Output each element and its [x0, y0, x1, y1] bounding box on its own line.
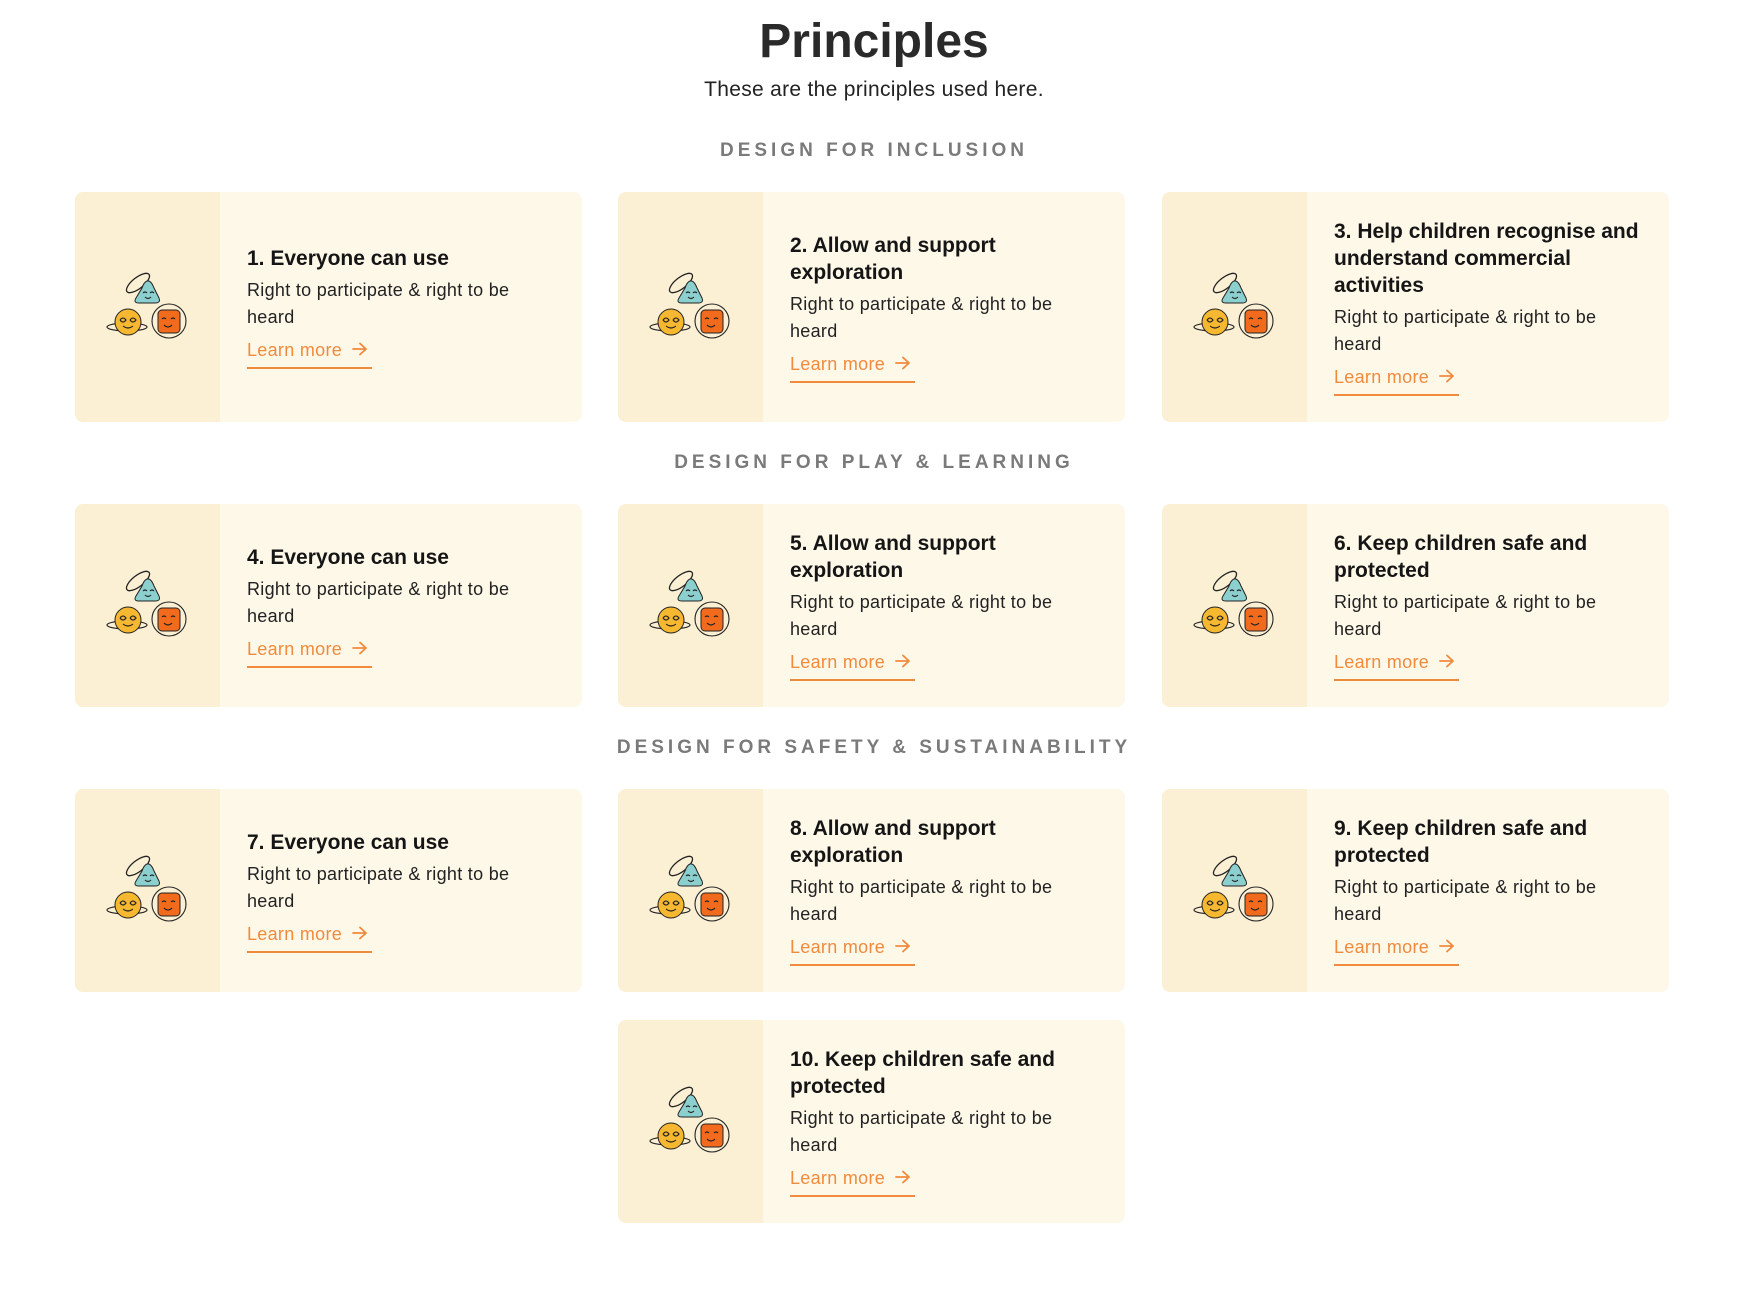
card-title: 7. Everyone can use — [247, 830, 449, 854]
principle-card: 6. Keep children safe and protected Righ… — [1162, 504, 1669, 707]
card-description: Right to participate & right to be heard — [247, 863, 510, 911]
card-description: Right to participate & right to be heard — [1334, 307, 1597, 354]
card-description: Right to participate & right to be heard — [790, 1108, 1053, 1155]
learn-more-link[interactable]: Learn more — [790, 937, 916, 966]
learn-more-label: Learn more — [1334, 937, 1430, 957]
card-title: 3. Help children recognise and understan… — [1334, 220, 1639, 297]
card-title: 9. Keep children safe and protected — [1334, 817, 1588, 867]
learn-more-label: Learn more — [247, 923, 343, 944]
characters-illustration-icon — [105, 849, 190, 932]
learn-more-link[interactable]: Learn more — [247, 923, 373, 953]
illustration-panel — [75, 789, 220, 992]
card-description: Right to participate & right to be heard — [790, 592, 1053, 639]
learn-more-label: Learn more — [247, 340, 343, 360]
card-title: 8. Allow and support exploration — [790, 817, 996, 867]
arrow-right-icon — [352, 340, 368, 361]
learn-more-label: Learn more — [247, 638, 343, 659]
principle-card: 8. Allow and support exploration Right t… — [618, 789, 1125, 992]
page-subtitle: These are the principles used here. — [704, 78, 1044, 101]
illustration-panel — [1162, 192, 1307, 422]
arrow-right-icon — [352, 639, 368, 660]
characters-illustration-icon — [1192, 266, 1277, 349]
learn-more-link[interactable]: Learn more — [790, 1168, 916, 1197]
card-description: Right to participate & right to be heard — [790, 877, 1053, 924]
principle-card: 2. Allow and support exploration Right t… — [618, 192, 1125, 422]
card-title: 2. Allow and support exploration — [790, 233, 996, 284]
arrow-right-icon — [895, 652, 911, 673]
card-title: 4. Everyone can use — [247, 545, 449, 569]
characters-illustration-icon — [648, 1080, 733, 1163]
learn-more-link[interactable]: Learn more — [1334, 652, 1460, 681]
illustration-panel — [618, 192, 763, 422]
principle-card: 1. Everyone can use Right to participate… — [75, 192, 582, 422]
arrow-right-icon — [1439, 937, 1455, 958]
characters-illustration-icon — [1192, 564, 1277, 647]
learn-more-link[interactable]: Learn more — [247, 340, 373, 369]
principle-card: 7. Everyone can use Right to participate… — [75, 789, 582, 992]
card-description: Right to participate & right to be heard — [790, 293, 1053, 341]
card-description: Right to participate & right to be heard — [1334, 592, 1597, 639]
principle-card: 4. Everyone can use Right to participate… — [75, 504, 582, 707]
section-title-inclusion: DESIGN FOR INCLUSION — [719, 140, 1028, 161]
card-description: Right to participate & right to be heard — [247, 578, 510, 626]
illustration-panel — [618, 789, 763, 992]
illustration-panel — [75, 192, 220, 422]
characters-illustration-icon — [648, 266, 733, 349]
characters-illustration-icon — [105, 266, 190, 349]
page-title: Principles — [759, 15, 989, 68]
illustration-panel — [618, 1020, 763, 1223]
card-title: 10. Keep children safe and protected — [790, 1048, 1055, 1098]
arrow-right-icon — [1439, 652, 1455, 673]
learn-more-label: Learn more — [1334, 652, 1430, 672]
principle-card: 10. Keep children safe and protected Rig… — [618, 1020, 1125, 1223]
characters-illustration-icon — [1192, 849, 1277, 932]
learn-more-label: Learn more — [790, 937, 886, 957]
illustration-panel — [1162, 789, 1307, 992]
learn-more-link[interactable]: Learn more — [790, 353, 916, 383]
card-description: Right to participate & right to be heard — [1334, 877, 1597, 924]
principle-card: 5. Allow and support exploration Right t… — [618, 504, 1125, 707]
card-description: Right to participate & right to be heard — [247, 280, 510, 327]
illustration-panel — [75, 504, 220, 707]
card-title: 5. Allow and support exploration — [790, 532, 996, 582]
learn-more-label: Learn more — [790, 353, 886, 374]
section-title-play-learning: DESIGN FOR PLAY & LEARNING — [674, 452, 1074, 473]
learn-more-label: Learn more — [790, 1168, 886, 1188]
learn-more-link[interactable]: Learn more — [790, 652, 916, 681]
section-title-safety-sustainability: DESIGN FOR SAFETY & SUSTAINABILITY — [616, 737, 1132, 758]
characters-illustration-icon — [105, 564, 190, 647]
arrow-right-icon — [895, 354, 911, 375]
arrow-right-icon — [895, 937, 911, 958]
arrow-right-icon — [1439, 367, 1455, 388]
illustration-panel — [618, 504, 763, 707]
learn-more-link[interactable]: Learn more — [1334, 367, 1460, 396]
characters-illustration-icon — [648, 564, 733, 647]
principle-card: 9. Keep children safe and protected Righ… — [1162, 789, 1669, 992]
learn-more-label: Learn more — [790, 652, 886, 672]
arrow-right-icon — [895, 1168, 911, 1189]
characters-illustration-icon — [648, 849, 733, 932]
card-title: 1. Everyone can use — [247, 247, 449, 270]
illustration-panel — [1162, 504, 1307, 707]
arrow-right-icon — [352, 924, 368, 945]
card-title: 6. Keep children safe and protected — [1334, 532, 1588, 582]
learn-more-link[interactable]: Learn more — [247, 638, 373, 668]
principle-card: 3. Help children recognise and understan… — [1162, 192, 1669, 422]
learn-more-link[interactable]: Learn more — [1334, 937, 1460, 966]
learn-more-label: Learn more — [1334, 367, 1430, 387]
